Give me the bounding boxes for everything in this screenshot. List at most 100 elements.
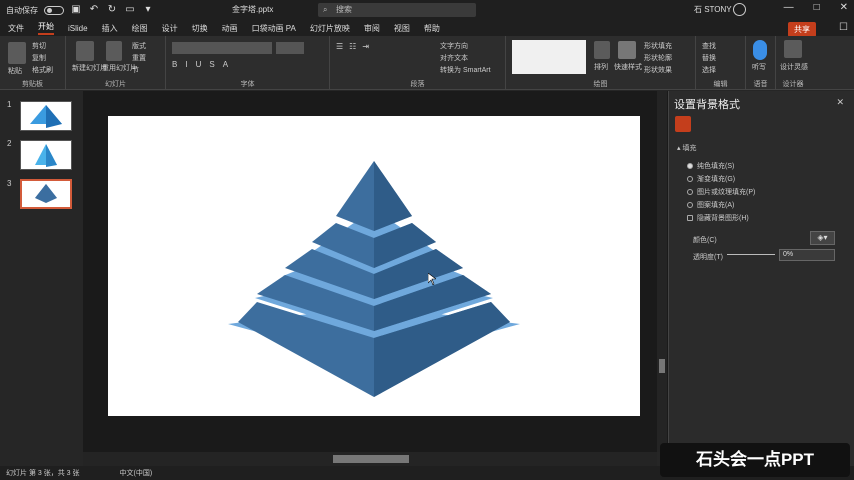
find-button[interactable]: 查找 [702,41,716,51]
section-button[interactable]: 节 [132,65,139,75]
group-designer: 设计灵感 设计器 [776,36,810,90]
group-label-drawing: 绘图 [593,81,608,88]
redo-icon[interactable]: ↻ [106,4,118,16]
pyramid-thumbnail [35,144,57,167]
tab-islide[interactable]: iSlide [68,24,88,33]
smartart-button[interactable]: 转换为 SmartArt [440,65,491,75]
tab-view[interactable]: 视图 [394,23,410,34]
comments-icon[interactable]: ☐ [839,22,848,33]
present-icon[interactable]: ▭ [124,4,136,16]
option-hide-background[interactable]: 隐藏背景图形(H) [687,213,749,223]
transparency-input[interactable]: 0% [779,249,835,261]
tab-animations[interactable]: 动画 [222,23,238,34]
pyramid-graphic[interactable] [108,116,640,416]
fill-section-header[interactable]: ▴ 填充 [677,143,696,153]
language-status[interactable]: 中文(中国) [120,468,153,478]
watermark: 石头会一点PPT [660,443,850,477]
slide-thumbnail-2[interactable] [20,140,72,170]
radio-icon [687,176,693,182]
slide-thumbnail-3[interactable] [20,179,72,209]
numbering-icon[interactable]: ☷ [349,42,356,54]
tab-file[interactable]: 文件 [8,23,24,34]
undo-icon[interactable]: ↶ [88,4,100,16]
option-label: 图片或纹理填充(P) [697,189,756,196]
arrange-label: 排列 [594,64,608,71]
microphone-icon[interactable] [753,40,767,60]
mouse-cursor-icon [428,273,436,285]
slide-canvas[interactable] [108,116,640,416]
group-slides: 新建幻灯片 重用幻灯片 版式 重置 节 幻灯片 [66,36,166,90]
text-direction-button[interactable]: 文字方向 [440,41,468,51]
layout-button[interactable]: 版式 [132,41,146,51]
option-pattern-fill[interactable]: 图案填充(A) [687,200,734,210]
customize-toolbar-icon[interactable]: ▾ [142,4,154,16]
italic-icon[interactable]: I [185,60,187,72]
horizontal-scroll-thumb[interactable] [333,455,409,463]
tab-home[interactable]: 开始 [38,21,54,35]
font-name-select[interactable] [172,42,272,54]
tab-help[interactable]: 帮助 [424,23,440,34]
vertical-scroll-thumb[interactable] [659,359,665,373]
save-icon[interactable]: ▣ [70,4,82,16]
slide-thumbnail-1[interactable] [20,101,72,131]
tab-transitions[interactable]: 切换 [192,23,208,34]
new-slide-icon[interactable] [76,41,94,61]
pane-close-button[interactable]: ✕ [836,97,844,108]
replace-button[interactable]: 替换 [702,53,716,63]
format-background-pane: 设置背景格式 ✕ ▴ 填充 纯色填充(S) 渐变填充(G) 图片或纹理填充(P)… [668,91,854,466]
user-name[interactable]: 石 STONY [694,4,732,15]
tab-draw[interactable]: 绘图 [132,23,148,34]
quick-styles-icon[interactable] [618,41,636,59]
bullets-icon[interactable]: ☰ [336,42,343,54]
format-painter-button[interactable]: 格式刷 [32,65,53,75]
tab-insert[interactable]: 插入 [102,23,118,34]
group-label-slides: 幻灯片 [105,81,126,88]
minimize-button[interactable]: — [784,2,794,13]
shape-effects-button[interactable]: 形状效果 [644,65,672,75]
color-picker-button[interactable]: ◈▾ [810,231,835,245]
avatar[interactable] [733,3,746,16]
document-title: 金字塔.pptx [232,5,274,14]
bold-icon[interactable]: B [172,60,177,72]
tab-design[interactable]: 设计 [162,23,178,34]
search-box[interactable]: ⌕ 搜索 [318,3,476,17]
slide-number: 1 [7,100,12,109]
shape-outline-button[interactable]: 形状轮廓 [644,53,672,63]
quick-styles-label: 快速样式 [614,64,642,71]
pane-title: 设置背景格式 [674,99,740,111]
cut-button[interactable]: 剪切 [32,41,46,51]
transparency-slider[interactable] [727,254,775,255]
maximize-button[interactable]: □ [814,2,820,13]
strikethrough-icon[interactable]: S [209,60,214,72]
autosave-toggle[interactable] [44,5,64,15]
vertical-scrollbar[interactable] [657,91,667,452]
font-color-icon[interactable]: A [223,60,228,72]
radio-icon [687,202,693,208]
select-button[interactable]: 选择 [702,65,716,75]
paint-bucket-icon[interactable] [675,116,691,132]
arrange-icon[interactable] [594,41,610,59]
option-gradient-fill[interactable]: 渐变填充(G) [687,174,735,184]
align-text-button[interactable]: 对齐文本 [440,53,468,63]
underline-icon[interactable]: U [196,60,202,72]
tab-slideshow[interactable]: 幻灯片放映 [310,23,350,34]
indent-icon[interactable]: ⇥ [362,42,369,54]
font-format-buttons: BIUSA [172,60,322,72]
transparency-label: 透明度(T) [693,254,723,261]
font-size-select[interactable] [276,42,304,54]
reset-button[interactable]: 重置 [132,53,146,63]
design-ideas-icon[interactable] [784,40,802,58]
shape-fill-button[interactable]: 形状填充 [644,41,672,51]
horizontal-scrollbar[interactable] [83,452,657,466]
copy-button[interactable]: 复制 [32,53,46,63]
option-solid-fill[interactable]: 纯色填充(S) [687,161,734,171]
share-button[interactable]: 共享 [788,22,816,37]
paste-icon[interactable] [8,42,26,64]
shapes-gallery[interactable] [512,40,586,74]
color-label: 颜色(C) [693,237,717,244]
tab-pocket-animation[interactable]: 口袋动画 PA [252,23,296,34]
close-button[interactable]: ✕ [840,2,848,13]
option-picture-fill[interactable]: 图片或纹理填充(P) [687,187,755,197]
reuse-slides-icon[interactable] [106,41,122,61]
tab-review[interactable]: 审阅 [364,23,380,34]
